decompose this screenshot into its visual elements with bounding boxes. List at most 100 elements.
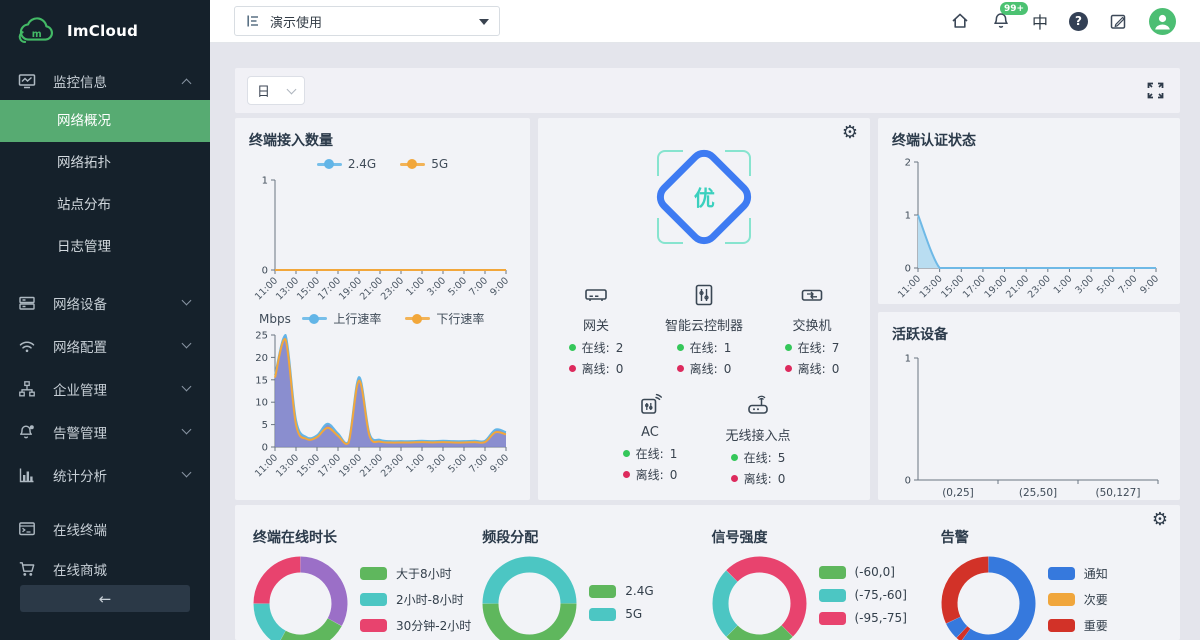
sidebar-collapse-button[interactable]: ← xyxy=(20,585,190,612)
svg-text:7:00: 7:00 xyxy=(1117,273,1140,296)
caret-down-icon xyxy=(479,19,489,30)
svg-text:23:00: 23:00 xyxy=(1026,273,1053,300)
cart-icon xyxy=(18,560,36,578)
card-title: 活跃设备 xyxy=(892,324,1166,344)
settings-gear-button[interactable]: ⚙ xyxy=(842,124,858,142)
legend-swatch xyxy=(360,593,387,606)
legend-swatch xyxy=(1048,567,1075,580)
notifications-button[interactable]: 99+ xyxy=(991,11,1011,31)
offline-status: 离线:0 xyxy=(650,358,758,379)
legend-item[interactable]: 重要 xyxy=(1048,617,1108,634)
active-devices-card: 活跃设备 01(0,25](25,50](50,127] xyxy=(878,312,1180,500)
legend-marker xyxy=(302,314,327,324)
donut-legend: (-60,0] (-75,-60] (-95,-75] xyxy=(819,565,907,640)
legend-item-24g[interactable]: 2.4G xyxy=(317,157,376,171)
sidebar-item-network-devices[interactable]: 网络设备 xyxy=(0,281,210,324)
app-logo[interactable]: m ImCloud xyxy=(0,0,210,62)
legend-item[interactable]: (-95,-75] xyxy=(819,611,907,625)
svg-text:19:00: 19:00 xyxy=(983,273,1010,300)
offline-status: 离线:0 xyxy=(542,358,650,379)
back-arrow-icon: ← xyxy=(99,590,112,608)
filter-toolbar: 日 xyxy=(235,68,1180,113)
legend-item[interactable]: 30分钟-2小时 xyxy=(360,617,471,634)
feedback-button[interactable] xyxy=(1109,12,1128,31)
svg-text:7:00: 7:00 xyxy=(467,275,490,298)
online-status: 在线:7 xyxy=(758,337,866,358)
offline-count: 0 xyxy=(724,362,732,376)
device-status-row-1: 网关 在线:2 离线:0 智能云控制器 在线:1 离线:0 xyxy=(538,282,870,379)
legend-item[interactable]: 大于8小时 xyxy=(360,565,471,582)
legend-item-5g[interactable]: 5G xyxy=(400,157,448,171)
active-devices-bar-chart: 01(0,25](25,50](50,127] xyxy=(892,348,1166,504)
legend-item[interactable]: 2小时-8小时 xyxy=(360,591,471,608)
sidebar-item-network-overview[interactable]: 网络概况 xyxy=(0,100,210,142)
org-selector-dropdown[interactable]: 演示使用 xyxy=(234,6,500,36)
period-select[interactable]: 日 xyxy=(247,76,305,105)
svg-text:1:00: 1:00 xyxy=(404,452,427,475)
org-tree-icon xyxy=(18,380,36,398)
svg-text:(50,127]: (50,127] xyxy=(1096,487,1141,499)
sidebar-item-log-management[interactable]: 日志管理 xyxy=(0,226,210,268)
sidebar-item-online-store[interactable]: 在线商城 xyxy=(0,549,210,589)
legend-swatch xyxy=(819,612,846,625)
logo-mark: m xyxy=(32,29,42,40)
offline-status: 离线:0 xyxy=(758,358,866,379)
legend-label: 大于8小时 xyxy=(396,565,452,582)
svg-text:13:00: 13:00 xyxy=(274,275,301,302)
legend-label: (-60,0] xyxy=(855,565,895,579)
legend-item[interactable]: (-60,0] xyxy=(819,565,907,579)
notification-badge: 99+ xyxy=(1000,2,1028,15)
settings-gear-button[interactable]: ⚙ xyxy=(1152,511,1168,529)
legend-swatch xyxy=(589,585,616,598)
server-icon xyxy=(18,294,36,312)
svg-text:9:00: 9:00 xyxy=(488,452,511,475)
bar-chart-icon xyxy=(18,466,36,484)
offline-count: 0 xyxy=(778,472,786,486)
grade-text: 优 xyxy=(694,182,715,212)
user-avatar[interactable] xyxy=(1149,8,1176,35)
sidebar-item-online-terminals[interactable]: 在线终端 xyxy=(0,509,210,549)
sidebar-item-network-topology[interactable]: 网络拓扑 xyxy=(0,142,210,184)
offline-count: 0 xyxy=(832,362,840,376)
sidebar-item-enterprise[interactable]: 企业管理 xyxy=(0,367,210,410)
legend-label: 下行速率 xyxy=(436,310,484,327)
legend-item[interactable]: 2.4G xyxy=(589,584,653,598)
sidebar-item-site-distribution[interactable]: 站点分布 xyxy=(0,184,210,226)
alarms-section: 告警 通知 次要 重要 xyxy=(941,511,1170,640)
legend-swatch xyxy=(1048,593,1075,606)
online-count: 2 xyxy=(616,341,624,355)
svg-text:17:00: 17:00 xyxy=(316,275,343,302)
online-status: 在线:5 xyxy=(704,447,812,468)
sidebar-item-statistics[interactable]: 统计分析 xyxy=(0,453,210,496)
offline-status: 离线:0 xyxy=(596,464,704,485)
home-button[interactable] xyxy=(950,11,970,31)
svg-text:10: 10 xyxy=(255,398,268,409)
offline-dot xyxy=(623,471,630,478)
legend-item[interactable]: 5G xyxy=(589,607,653,621)
legend-item-downlink[interactable]: 下行速率 xyxy=(405,310,484,327)
language-toggle[interactable]: 中 xyxy=(1032,9,1048,33)
legend-item-uplink[interactable]: 上行速率 xyxy=(302,310,381,327)
offline-dot xyxy=(677,365,684,372)
wifi-icon xyxy=(18,337,36,355)
sidebar-item-alarm-management[interactable]: 告警管理 xyxy=(0,410,210,453)
sidebar-item-label: 在线终端 xyxy=(53,519,107,539)
sidebar-item-network-config[interactable]: 网络配置 xyxy=(0,324,210,367)
svg-text:21:00: 21:00 xyxy=(1004,273,1031,300)
sidebar-item-label: 企业管理 xyxy=(53,379,107,399)
org-list-icon xyxy=(245,13,261,29)
legend-swatch xyxy=(360,567,387,580)
legend-item[interactable]: 次要 xyxy=(1048,591,1108,608)
sidebar-item-label: 网络设备 xyxy=(53,293,107,313)
online-dot xyxy=(569,344,576,351)
legend-item[interactable]: (-75,-60] xyxy=(819,588,907,602)
online-status: 在线:2 xyxy=(542,337,650,358)
svg-text:0: 0 xyxy=(262,443,268,454)
fullscreen-button[interactable] xyxy=(1147,82,1164,99)
svg-text:2: 2 xyxy=(905,158,911,169)
legend-item[interactable]: 通知 xyxy=(1048,565,1108,582)
online-count: 1 xyxy=(670,447,678,461)
help-button[interactable]: ? xyxy=(1069,12,1088,31)
svg-text:5:00: 5:00 xyxy=(1095,273,1118,296)
sidebar-item-monitoring[interactable]: 监控信息 xyxy=(0,62,210,100)
